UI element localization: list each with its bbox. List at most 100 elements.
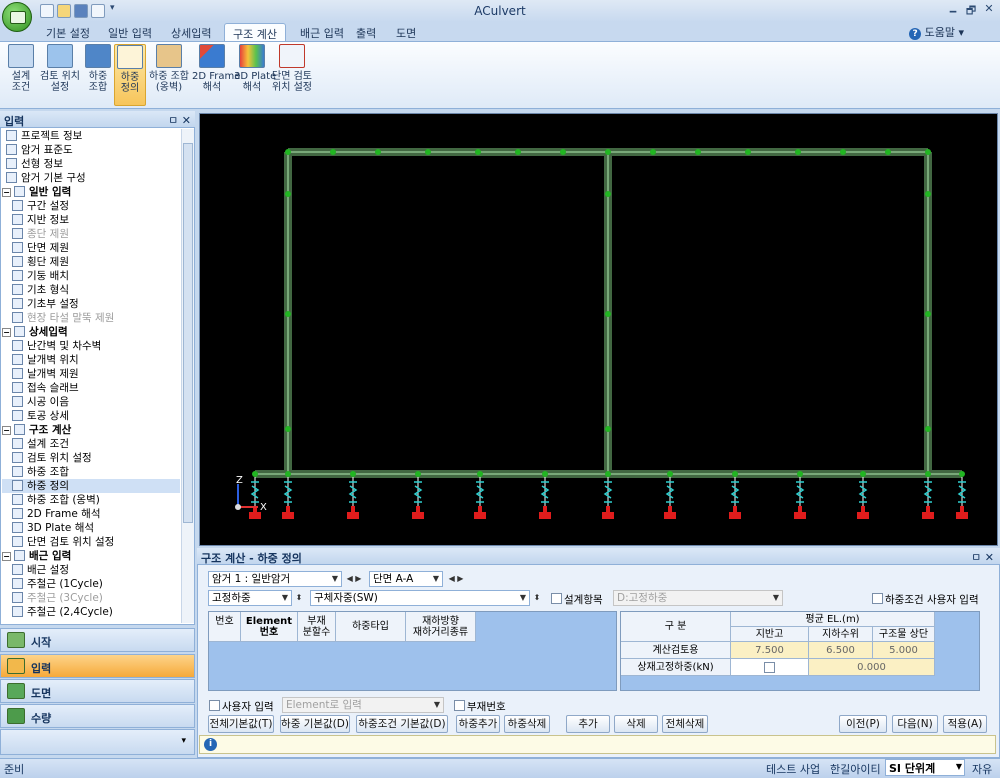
tree-item[interactable]: 시공 이음 bbox=[2, 395, 180, 409]
section-prev-next[interactable]: ◀ ▶ bbox=[445, 571, 467, 587]
tree-item[interactable]: 하중 조합 (옹벽) bbox=[2, 493, 180, 507]
model-viewport[interactable]: Z X bbox=[199, 113, 998, 546]
tab-output[interactable]: 출력 bbox=[348, 23, 384, 42]
nav-start[interactable]: 시작 bbox=[0, 628, 195, 652]
groundwater-level-value[interactable]: 6.500 bbox=[809, 642, 873, 659]
tree-item[interactable]: 단면 검토 위치 설정 bbox=[2, 535, 180, 549]
tree-item[interactable]: 프로젝트 정보 bbox=[2, 129, 180, 143]
tab-detail-input[interactable]: 상세입력 bbox=[163, 23, 219, 42]
tree-item[interactable]: 2D Frame 해석 bbox=[2, 507, 180, 521]
design-item-select[interactable]: D:고정하중 ▼ bbox=[613, 590, 783, 606]
ribbon-design-condition-button[interactable]: 설계 조건 bbox=[6, 44, 36, 106]
tree-item[interactable]: 지반 정보 bbox=[2, 213, 180, 227]
nav-quantity[interactable]: 수량 bbox=[0, 704, 195, 728]
delete-button[interactable]: 삭제 bbox=[614, 715, 658, 733]
collapse-icon[interactable]: − bbox=[2, 188, 11, 197]
tree-item[interactable]: 횡단 제원 bbox=[2, 255, 180, 269]
tree-scroll-thumb[interactable] bbox=[183, 143, 193, 523]
tree-item[interactable]: 설계 조건 bbox=[2, 437, 180, 451]
user-load-condition-checkbox[interactable] bbox=[872, 593, 883, 604]
tree-item[interactable]: 종단 제원 bbox=[2, 227, 180, 241]
add-load-button[interactable]: 하중추가 bbox=[456, 715, 500, 733]
section-select[interactable]: 단면 A-A ▼ bbox=[369, 571, 443, 587]
nav-drawing[interactable]: 도면 bbox=[0, 679, 195, 703]
element-input-select[interactable]: Element로 입력 ▼ bbox=[282, 697, 444, 713]
collapse-icon[interactable]: − bbox=[2, 426, 11, 435]
tree-item[interactable]: 암거 표준도 bbox=[2, 143, 180, 157]
previous-button[interactable]: 이전(P) bbox=[839, 715, 887, 733]
ribbon-load-combination-button[interactable]: 하중 조합 bbox=[84, 44, 112, 106]
tree-item[interactable]: 주철근 (2,4Cycle) bbox=[2, 605, 180, 619]
next-button[interactable]: 다음(N) bbox=[892, 715, 938, 733]
tree-item[interactable]: 검토 위치 설정 bbox=[2, 451, 180, 465]
tab-basic-settings[interactable]: 기본 설정 bbox=[38, 23, 98, 42]
tree-item[interactable]: 암거 기본 구성 bbox=[2, 171, 180, 185]
tree-item[interactable]: 3D Plate 해석 bbox=[2, 521, 180, 535]
tree-item[interactable]: 하중 정의 bbox=[2, 479, 180, 493]
tree-item[interactable]: 접속 슬래브 bbox=[2, 381, 180, 395]
tree-item[interactable]: 주철근 (1Cycle) bbox=[2, 577, 180, 591]
tree-item[interactable]: 배근 설정 bbox=[2, 563, 180, 577]
apply-button[interactable]: 적용(A) bbox=[943, 715, 987, 733]
tree-item[interactable]: 토공 상세 bbox=[2, 409, 180, 423]
close-button[interactable]: ✕ bbox=[980, 2, 998, 18]
collapse-icon[interactable]: − bbox=[2, 328, 11, 337]
tree-item[interactable]: 주철근 (3Cycle) bbox=[2, 591, 180, 605]
load-default-button[interactable]: 하중 기본값(D) bbox=[280, 715, 350, 733]
tree-item[interactable]: 기둥 배치 bbox=[2, 269, 180, 283]
design-item-checkbox[interactable] bbox=[551, 593, 562, 604]
tree-item[interactable]: 현장 타설 말뚝 제원 bbox=[2, 311, 180, 325]
tab-structural-calc[interactable]: 구조 계산 bbox=[224, 23, 286, 42]
load-name-select[interactable]: 구체자중(SW) ▼ bbox=[310, 590, 530, 606]
tree-group[interactable]: − 상세입력 bbox=[2, 325, 180, 339]
ribbon-frame-2d-button[interactable]: 2D Frame 해석 bbox=[192, 44, 240, 106]
tree-item[interactable]: 선형 정보 bbox=[2, 157, 180, 171]
minimize-button[interactable]: 🗕 bbox=[944, 2, 962, 18]
load-type-spinner[interactable]: ⬍ bbox=[292, 590, 306, 606]
structure-top-value[interactable]: 5.000 bbox=[873, 642, 935, 659]
culvert-prev-next[interactable]: ◀ ▶ bbox=[343, 571, 365, 587]
tree-group[interactable]: − 구조 계산 bbox=[2, 423, 180, 437]
tree-item[interactable]: 하중 조합 bbox=[2, 465, 180, 479]
maximize-button[interactable]: 🗗 bbox=[962, 2, 980, 18]
unit-system-select[interactable]: SI 단위계 ▼ bbox=[885, 759, 965, 776]
member-no-checkbox[interactable] bbox=[454, 700, 465, 711]
ribbon-check-position-button[interactable]: 검토 위치 설정 bbox=[38, 44, 82, 106]
collapse-icon[interactable]: − bbox=[2, 552, 11, 561]
tab-drawing[interactable]: 도면 bbox=[388, 23, 424, 42]
tab-general-input[interactable]: 일반 입력 bbox=[100, 23, 160, 42]
load-name-spinner[interactable]: ⬍ bbox=[530, 590, 544, 606]
ribbon-section-check-button[interactable]: 단면 검토 위치 설정 bbox=[272, 44, 312, 106]
tree-item[interactable]: 기초부 설정 bbox=[2, 297, 180, 311]
tab-rebar-input[interactable]: 배근 입력 bbox=[292, 23, 352, 42]
tree-item[interactable]: 날개벽 위치 bbox=[2, 353, 180, 367]
load-type-select[interactable]: 고정하중 ▼ bbox=[208, 590, 292, 606]
all-default-button[interactable]: 전체기본값(T) bbox=[208, 715, 274, 733]
nav-input[interactable]: 입력 bbox=[0, 654, 195, 678]
user-input-checkbox[interactable] bbox=[209, 700, 220, 711]
ribbon-load-definition-button[interactable]: 하중 정의 bbox=[114, 44, 146, 106]
add-button[interactable]: 추가 bbox=[566, 715, 610, 733]
app-menu-button[interactable] bbox=[2, 2, 32, 32]
tree-scrollbar[interactable] bbox=[181, 129, 194, 623]
surcharge-checkbox[interactable] bbox=[764, 662, 775, 673]
ribbon-retaining-wall-button[interactable]: 하중 조합 (옹벽) bbox=[148, 44, 190, 106]
nav-overflow[interactable]: ▾ bbox=[0, 729, 195, 755]
tree-item[interactable]: 날개벽 제원 bbox=[2, 367, 180, 381]
load-grid[interactable]: 번호 Element 번호 부재 분할수 하중타입 재하방향 재하거리종류 bbox=[208, 611, 617, 691]
culvert-select[interactable]: 암거 1 : 일반암거 ▼ bbox=[208, 571, 342, 587]
tree-group[interactable]: − 배근 입력 bbox=[2, 549, 180, 563]
delete-load-button[interactable]: 하중삭제 bbox=[504, 715, 550, 733]
help-menu[interactable]: ? 도움말 ▾ bbox=[909, 24, 964, 40]
ground-level-value[interactable]: 7.500 bbox=[731, 642, 809, 659]
tree-item[interactable]: 기초 형식 bbox=[2, 283, 180, 297]
tree-item[interactable]: 난간벽 및 차수벽 bbox=[2, 339, 180, 353]
delete-all-button[interactable]: 전체삭제 bbox=[662, 715, 708, 733]
tree-item[interactable]: 구간 설정 bbox=[2, 199, 180, 213]
surcharge-value[interactable]: 0.000 bbox=[809, 659, 935, 676]
tree-item[interactable]: 단면 제원 bbox=[2, 241, 180, 255]
tree-group[interactable]: − 일반 입력 bbox=[2, 185, 180, 199]
panel-pin-close[interactable]: ㅁ ✕ bbox=[168, 112, 191, 128]
ribbon-plate-3d-button[interactable]: 3D Plate 해석 bbox=[234, 44, 276, 106]
load-condition-default-button[interactable]: 하중조건 기본값(D) bbox=[356, 715, 448, 733]
